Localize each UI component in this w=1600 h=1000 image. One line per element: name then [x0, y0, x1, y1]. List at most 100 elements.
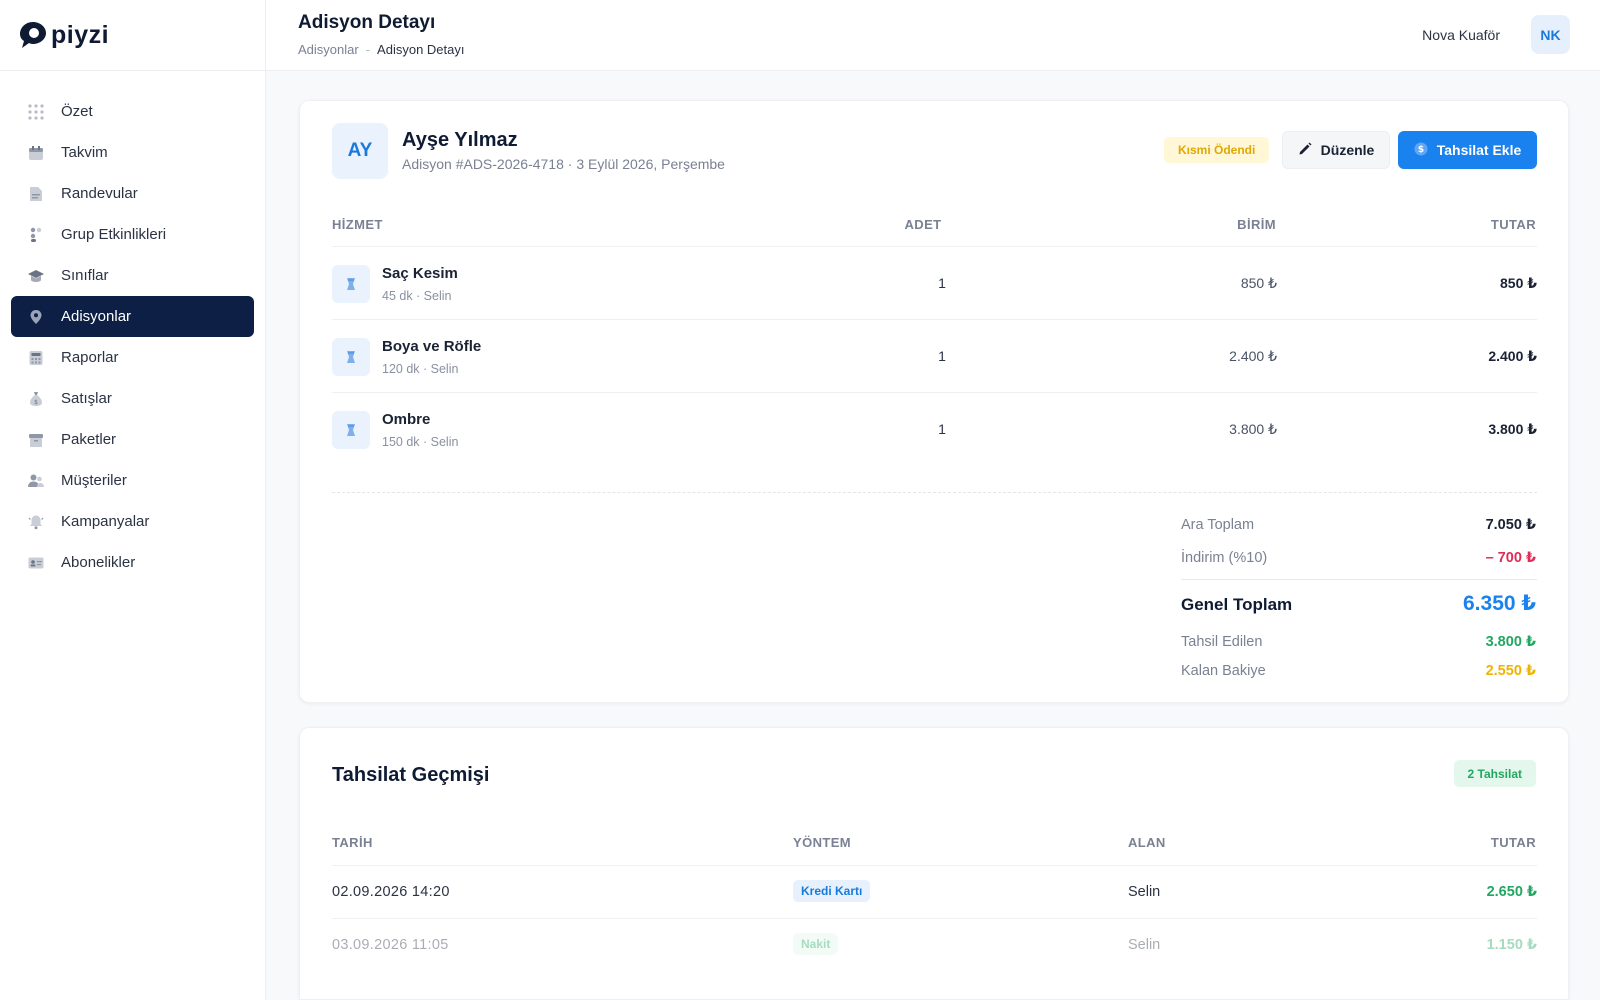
sidebar-item-label: Abonelikler [61, 554, 136, 571]
table-row[interactable]: Saç Kesim 45 dk · Selin 1 850 ₺ 850 ₺ [332, 247, 1537, 319]
customer-name: Ayşe Yılmaz [402, 129, 518, 151]
breadcrumb-separator: - [365, 42, 371, 57]
customer-avatar: AY [332, 123, 388, 179]
table-row[interactable]: Ombre 150 dk · Selin 1 3.800 ₺ 3.800 ₺ [332, 393, 1537, 465]
users-icon [28, 473, 44, 489]
summary-separator [1181, 579, 1537, 580]
breadcrumb: Adisyonlar - Adisyon Detayı [298, 42, 464, 57]
add-payment-label: Tahsilat Ekle [1436, 142, 1522, 158]
service-qty: 1 [938, 275, 946, 291]
breadcrumb-parent-link[interactable]: Adisyonlar [298, 42, 359, 57]
sidebar-item-paketler[interactable]: Paketler [11, 419, 254, 460]
page-title: Adisyon Detayı [298, 12, 436, 33]
group-icon [28, 227, 44, 243]
payment-date: 02.09.2026 14:20 [332, 884, 450, 900]
col-header-total: TUTAR [1490, 217, 1536, 232]
payment-amount: 1.150 ₺ [1486, 937, 1537, 953]
document-icon [28, 186, 44, 202]
table-row[interactable]: Boya ve Röfle 120 dk · Selin 1 2.400 ₺ 2… [332, 320, 1537, 392]
service-details: 45 dk · Selin [382, 289, 452, 303]
collected-label: Tahsil Edilen [1181, 634, 1263, 650]
sidebar-item-label: Grup Etkinlikleri [61, 226, 167, 243]
sidebar-item-takvim[interactable]: Takvim [11, 132, 254, 173]
sidebar-item-label: Paketler [61, 431, 117, 448]
sidebar-item-label: Sınıflar [61, 267, 109, 284]
payment-count-badge: 2 Tahsilat [1453, 760, 1536, 787]
sidebar-item-siniflar[interactable]: Sınıflar [11, 255, 254, 296]
sidebar-item-musteriler[interactable]: Müşteriler [11, 460, 254, 501]
sidebar-item-adisyonlar[interactable]: Adisyonlar [11, 296, 254, 337]
sidebar-item-label: Satışlar [61, 390, 112, 407]
pencil-icon [1298, 142, 1312, 159]
top-header: Adisyon Detayı Adisyonlar - Adisyon Deta… [266, 0, 1600, 71]
id-card-icon [28, 555, 44, 571]
payment-history-card: Tahsilat Geçmişi 2 Tahsilat TARİH YÖNTEM… [299, 727, 1569, 1000]
add-payment-button[interactable]: $ Tahsilat Ekle [1398, 131, 1537, 169]
payment-history-title: Tahsilat Geçmişi [332, 764, 490, 786]
coin-icon: $ [1414, 142, 1428, 159]
subtotal-label: Ara Toplam [1181, 517, 1255, 533]
balance-label: Kalan Bakiye [1181, 663, 1266, 679]
payment-method-badge: Nakit [793, 933, 839, 955]
table-row[interactable]: 03.09.2026 11:05 Nakit Selin 1.150 ₺ [332, 919, 1537, 971]
svg-text:$: $ [1418, 145, 1424, 155]
logo-text: piyzi [51, 20, 110, 49]
logo[interactable]: piyzi [0, 0, 265, 71]
sidebar-item-satislar[interactable]: $ Satışlar [11, 378, 254, 419]
service-total: 2.400 ₺ [1488, 348, 1537, 364]
discount-label: İndirim (%10) [1181, 550, 1268, 566]
calculator-icon [28, 350, 44, 366]
sidebar-item-abonelikler[interactable]: Abonelikler [11, 542, 254, 583]
sidebar-item-randevular[interactable]: Randevular [11, 173, 254, 214]
edit-button-label: Düzenle [1320, 142, 1375, 158]
service-qty: 1 [938, 421, 946, 437]
subtotal-value: 7.050 ₺ [1485, 517, 1536, 533]
summary-divider [332, 492, 1537, 493]
service-name: Ombre [382, 411, 431, 428]
svg-text:$: $ [34, 399, 38, 406]
service-details: 150 dk · Selin [382, 435, 459, 449]
sidebar-item-label: Adisyonlar [61, 308, 132, 325]
business-name[interactable]: Nova Kuaför [1422, 27, 1500, 43]
service-name: Boya ve Röfle [382, 338, 482, 355]
col-header-qty: ADET [904, 217, 942, 232]
sidebar-item-label: Takvim [61, 144, 108, 161]
sidebar-item-label: Özet [61, 103, 93, 120]
sidebar-item-raporlar[interactable]: Raporlar [11, 337, 254, 378]
grid-icon [28, 103, 44, 120]
discount-value: – 700 ₺ [1485, 550, 1536, 566]
scissors-service-icon [332, 265, 370, 303]
service-unit-price: 3.800 ₺ [1229, 421, 1277, 437]
sidebar: piyzi Özet Takvim Randevular Grup Etkinl… [0, 0, 266, 1000]
col-header-unit: BİRİM [1237, 217, 1276, 232]
table-row[interactable]: 02.09.2026 14:20 Kredi Kartı Selin 2.650… [332, 866, 1537, 918]
package-icon [28, 432, 44, 448]
sidebar-item-ozet[interactable]: Özet [11, 91, 254, 132]
user-avatar[interactable]: NK [1531, 15, 1570, 54]
service-unit-price: 850 ₺ [1240, 275, 1277, 291]
graduation-cap-icon [28, 268, 44, 284]
money-bag-icon: $ [28, 391, 44, 407]
collected-value: 3.800 ₺ [1485, 634, 1536, 650]
service-name: Saç Kesim [382, 265, 458, 282]
sidebar-item-label: Raporlar [61, 349, 119, 366]
col-header-service: HİZMET [332, 217, 383, 232]
service-total: 3.800 ₺ [1488, 421, 1537, 437]
grand-total-label: Genel Toplam [1181, 595, 1293, 614]
payment-amount: 2.650 ₺ [1486, 884, 1537, 900]
balance-value: 2.550 ₺ [1485, 663, 1536, 679]
edit-button[interactable]: Düzenle [1282, 131, 1390, 169]
sidebar-item-grup-etkinlikleri[interactable]: Grup Etkinlikleri [11, 214, 254, 255]
status-badge: Kısmi Ödendi [1164, 137, 1270, 163]
logo-icon [20, 22, 46, 48]
payment-received-by: Selin [1128, 937, 1161, 953]
col-header-by: ALAN [1128, 835, 1166, 850]
service-qty: 1 [938, 348, 946, 364]
sidebar-item-label: Randevular [61, 185, 138, 202]
payment-received-by: Selin [1128, 884, 1161, 900]
scissors-service-icon [332, 338, 370, 376]
bell-icon [28, 514, 44, 530]
service-unit-price: 2.400 ₺ [1229, 348, 1277, 364]
sidebar-item-kampanyalar[interactable]: Kampanyalar [11, 501, 254, 542]
calendar-icon [28, 145, 44, 161]
